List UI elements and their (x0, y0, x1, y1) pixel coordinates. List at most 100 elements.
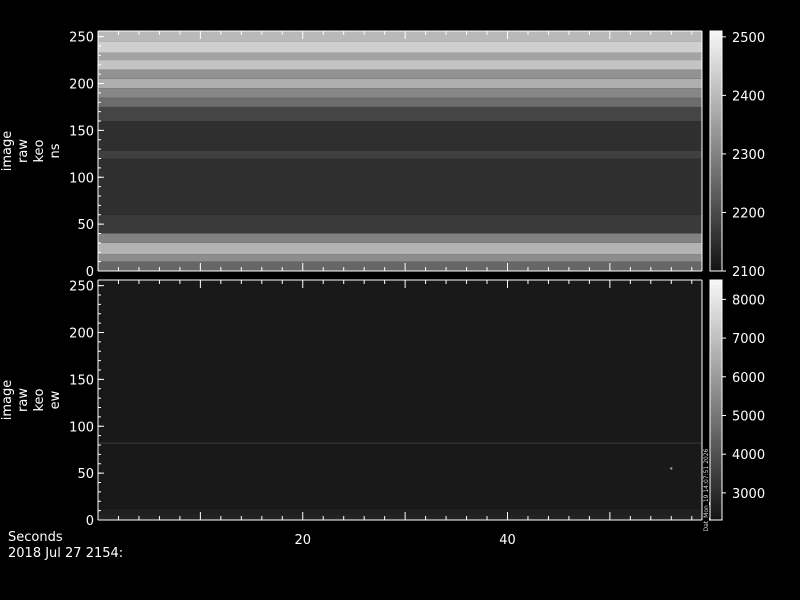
heatmap-band (98, 242, 702, 255)
y-tick-label: 150 (69, 124, 94, 139)
colorbar-segment (710, 211, 722, 216)
y-axis-label-word: ns (48, 143, 63, 158)
colorbar-segment (710, 131, 722, 136)
colorbar-segment (710, 500, 722, 505)
colorbar-segment (710, 456, 722, 461)
heatmap-band (98, 444, 702, 509)
colorbar-segment (710, 348, 722, 353)
colorbar-segment (710, 364, 722, 369)
y-tick-label: 200 (69, 327, 94, 342)
colorbar-segment (710, 243, 722, 248)
colorbar-segment (710, 344, 722, 349)
colorbar-segment (710, 239, 722, 244)
colorbar-annotation: Dat_Mon_19 14:07:51 2026 (703, 448, 710, 531)
colorbar-segment (710, 87, 722, 92)
keogram-figure: 050100150200250image raw keo ns210022002300… (0, 30, 765, 548)
colorbar-segment (710, 376, 722, 381)
colorbar-segment (710, 91, 722, 96)
colorbar-tick-label: 2200 (732, 206, 765, 221)
colorbar-segment (710, 368, 722, 373)
colorbar-segment (710, 199, 722, 204)
colorbar-segment (710, 380, 722, 385)
colorbar-segment (710, 360, 722, 365)
colorbar-segment (710, 304, 722, 309)
heatmap-band (98, 254, 702, 262)
colorbar-segment (710, 404, 722, 409)
colorbar-segment (710, 203, 722, 208)
colorbar-segment (710, 280, 722, 285)
colorbar-segment (710, 468, 722, 473)
colorbar-tick-label: 2300 (732, 148, 765, 163)
y-tick-label: 250 (69, 31, 94, 46)
heatmap-band (98, 60, 702, 70)
colorbar-tick-label: 4000 (732, 448, 765, 463)
colorbar-segment (710, 115, 722, 120)
colorbar-segment (710, 195, 722, 200)
colorbar-segment (710, 171, 722, 176)
colorbar-segment (710, 183, 722, 188)
heatmap-band (98, 514, 702, 520)
y-tick-label: 150 (69, 373, 94, 388)
colorbar-segment (710, 444, 722, 449)
colorbar-segment (710, 187, 722, 192)
heatmap-band (98, 121, 702, 151)
heatmap-band (98, 31, 702, 42)
colorbar-segment (710, 416, 722, 421)
colorbar-segment (710, 412, 722, 417)
colorbar-segment (710, 480, 722, 485)
y-tick-label: 50 (77, 467, 94, 482)
colorbar-segment (710, 496, 722, 501)
colorbar-segment (710, 300, 722, 305)
heatmap-band (98, 78, 702, 89)
colorbar-segment (710, 464, 722, 469)
heatmap-band (98, 151, 702, 159)
colorbar-segment (710, 139, 722, 144)
colorbar-segment (710, 151, 722, 156)
colorbar-segment (710, 288, 722, 293)
colorbar-segment (710, 159, 722, 164)
heatmap-band (98, 508, 702, 515)
colorbar-segment (710, 51, 722, 56)
x-axis-label: Seconds (8, 530, 63, 545)
y-tick-label: 250 (69, 280, 94, 295)
colorbar-segment (710, 63, 722, 68)
colorbar-segment (710, 384, 722, 389)
colorbar-segment (710, 127, 722, 132)
y-axis-label-word: raw (16, 388, 31, 412)
colorbar-tick-label: 8000 (732, 293, 765, 308)
colorbar-segment (710, 107, 722, 112)
colorbar-segment (710, 39, 722, 44)
colorbar-segment (710, 372, 722, 377)
colorbar-segment (710, 504, 722, 509)
colorbar-segment (710, 420, 722, 425)
colorbar-segment (710, 31, 722, 36)
colorbar-segment (710, 432, 722, 437)
colorbar-segment (710, 119, 722, 124)
y-axis-label-word: image (0, 380, 15, 421)
colorbar-tick-label: 2400 (732, 89, 765, 104)
colorbar-segment (710, 83, 722, 88)
heatmap-band (98, 106, 702, 121)
colorbar-segment (710, 155, 722, 160)
colorbar-segment (710, 408, 722, 413)
colorbar-segment (710, 452, 722, 457)
heatmap-band (98, 233, 702, 243)
colorbar-segment (710, 143, 722, 148)
x-tick-label: 40 (499, 533, 516, 548)
colorbar-segment (710, 163, 722, 168)
y-axis-label-word: keo (32, 388, 47, 411)
heatmap-point (670, 467, 673, 470)
colorbar-segment (710, 484, 722, 489)
heatmap-band (98, 88, 702, 98)
colorbar-segment (710, 103, 722, 108)
colorbar-segment (710, 79, 722, 84)
colorbar-segment (710, 472, 722, 477)
heatmap-band (98, 97, 702, 107)
colorbar-tick-label: 3000 (732, 487, 765, 502)
colorbar-segment (710, 47, 722, 52)
colorbar-segment (710, 460, 722, 465)
colorbar-segment (710, 436, 722, 441)
colorbar-segment (710, 247, 722, 252)
colorbar-segment (710, 67, 722, 72)
colorbar-segment (710, 488, 722, 493)
